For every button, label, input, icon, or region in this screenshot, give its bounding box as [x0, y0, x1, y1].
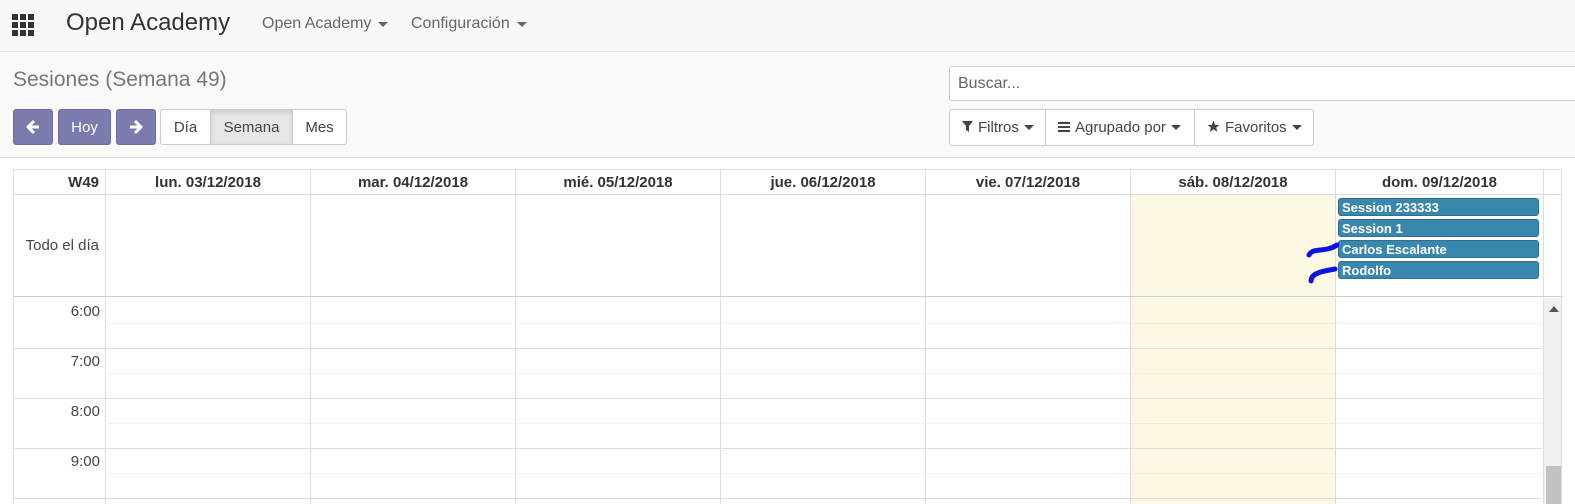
- time-label: 6:00: [70, 303, 100, 320]
- all-day-cell[interactable]: [105, 195, 310, 296]
- caret-down-icon: [378, 21, 389, 27]
- caret-down-icon: [1170, 125, 1181, 130]
- time-label: 7:00: [70, 353, 100, 370]
- calendar-event[interactable]: Carlos Escalante: [1338, 240, 1539, 258]
- half-hour-line: [105, 323, 1542, 324]
- scrollbar-thumb[interactable]: [1546, 466, 1561, 504]
- favorites-button[interactable]: Favoritos: [1194, 109, 1314, 146]
- half-hour-line: [105, 423, 1542, 424]
- day-header[interactable]: vie. 07/12/2018: [925, 170, 1130, 195]
- apps-grid-icon[interactable]: [12, 14, 34, 36]
- today-button[interactable]: Hoy: [58, 109, 111, 145]
- star-icon: [1207, 120, 1220, 136]
- favorites-label: Favoritos: [1225, 119, 1287, 136]
- all-day-row: Todo el día Session 233333 Session 1 Car…: [14, 195, 1561, 297]
- caret-down-icon: [1291, 125, 1302, 130]
- hour-line: [14, 348, 1542, 349]
- all-day-cell[interactable]: [720, 195, 925, 296]
- day-header[interactable]: sáb. 08/12/2018: [1130, 170, 1335, 195]
- calendar-event[interactable]: Rodolfo: [1338, 261, 1539, 279]
- menu-open-academy[interactable]: Open Academy: [262, 15, 389, 33]
- menu-configuracion[interactable]: Configuración: [411, 15, 527, 33]
- view-day-button[interactable]: Día: [160, 109, 211, 145]
- menu-open-academy-label: Open Academy: [262, 15, 372, 32]
- filter-icon: [962, 120, 973, 135]
- hour-line: [14, 448, 1542, 449]
- control-panel: Sesiones (Semana 49) Hoy Día Semana Mes …: [0, 53, 1575, 158]
- top-navbar: Open Academy Open Academy Configuración: [0, 0, 1575, 52]
- scroll-up-arrow-icon[interactable]: [1549, 306, 1559, 312]
- week-calendar: W49 lun. 03/12/2018 mar. 04/12/2018 mié.…: [13, 169, 1562, 504]
- day-header[interactable]: mar. 04/12/2018: [310, 170, 515, 195]
- all-day-cell[interactable]: [925, 195, 1130, 296]
- time-label: 9:00: [70, 453, 100, 470]
- time-grid: 6:00 7:00 8:00 9:00: [14, 298, 1561, 504]
- calendar-event[interactable]: Session 233333: [1338, 198, 1539, 216]
- previous-button[interactable]: [13, 109, 53, 145]
- half-hour-line: [105, 373, 1542, 374]
- annotation-mark: [1306, 242, 1339, 284]
- caret-down-icon: [516, 21, 527, 27]
- search-input[interactable]: [950, 67, 1575, 100]
- all-day-scroll-spacer: [1543, 195, 1561, 296]
- calendar-event[interactable]: Session 1: [1338, 219, 1539, 237]
- all-day-cell[interactable]: [310, 195, 515, 296]
- app-brand: Open Academy: [66, 9, 231, 36]
- time-label: 8:00: [70, 403, 100, 420]
- arrow-left-icon: [25, 119, 41, 135]
- all-day-cell[interactable]: [515, 195, 720, 296]
- day-header[interactable]: mié. 05/12/2018: [515, 170, 720, 195]
- half-hour-line: [105, 473, 1542, 474]
- week-number: W49: [68, 174, 99, 191]
- group-by-label: Agrupado por: [1075, 119, 1166, 136]
- group-by-button[interactable]: Agrupado por: [1045, 109, 1195, 146]
- caret-down-icon: [1023, 125, 1034, 130]
- view-month-button[interactable]: Mes: [292, 109, 347, 145]
- header-scroll-spacer: [1543, 170, 1561, 195]
- next-button[interactable]: [116, 109, 156, 145]
- day-header[interactable]: dom. 09/12/2018: [1335, 170, 1543, 195]
- day-header[interactable]: jue. 06/12/2018: [720, 170, 925, 195]
- filters-button[interactable]: Filtros: [949, 109, 1046, 146]
- hour-line: [14, 498, 1542, 499]
- vertical-scrollbar[interactable]: [1543, 298, 1561, 504]
- hour-line: [14, 398, 1542, 399]
- view-week-button[interactable]: Semana: [210, 109, 293, 145]
- page-title: Sesiones (Semana 49): [13, 68, 227, 91]
- arrow-right-icon: [128, 119, 144, 135]
- search-box: [949, 66, 1575, 101]
- all-day-label: Todo el día: [25, 237, 99, 254]
- list-icon: [1058, 120, 1070, 135]
- filters-label: Filtros: [978, 119, 1019, 136]
- calendar-header: W49 lun. 03/12/2018 mar. 04/12/2018 mié.…: [14, 170, 1561, 195]
- menu-configuracion-label: Configuración: [411, 15, 510, 32]
- day-header[interactable]: lun. 03/12/2018: [105, 170, 310, 195]
